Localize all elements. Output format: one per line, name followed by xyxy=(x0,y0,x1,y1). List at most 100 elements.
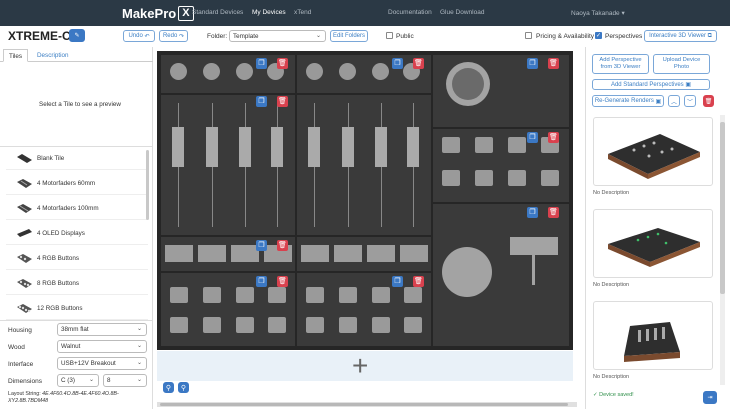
delete-tile-icon[interactable]: 🗑 xyxy=(548,132,559,143)
folder-select[interactable]: Template ⌄ xyxy=(229,30,326,42)
tile-buttons-2[interactable] xyxy=(297,273,431,346)
fader-cap[interactable] xyxy=(206,127,218,167)
copy-tile-icon[interactable]: ❐ xyxy=(527,207,538,218)
tab-description[interactable]: Description xyxy=(32,49,74,62)
fader-cap[interactable] xyxy=(172,127,184,167)
zoom-in-icon[interactable]: ⚲ xyxy=(178,382,189,393)
export-button[interactable]: ⇥ xyxy=(703,391,717,404)
right-sidebar: Add Perspective from 3D Viewer Upload De… xyxy=(585,47,730,409)
public-checkbox[interactable] xyxy=(386,32,393,39)
copy-tile-icon[interactable]: ❐ xyxy=(392,58,403,69)
regenerate-renders-button[interactable]: Re-Generate Renders ▣ xyxy=(592,95,664,107)
add-standard-perspectives-button[interactable]: Add Standard Perspectives ▣ xyxy=(592,79,710,90)
fader-cap[interactable] xyxy=(342,127,354,167)
tile-8-rgb-buttons[interactable]: 8 RGB Buttons xyxy=(6,272,148,295)
canvas-h-scroll-thumb[interactable] xyxy=(160,403,568,406)
device-canvas[interactable]: ❐ 🗑 ❐ 🗑 ❐ 🗑 ❐ 🗑 ❐ 🗑 ❐ 🗑 ❐ 🗑 ❐ 🗑 ❐ 🗑 xyxy=(157,51,573,350)
tile-label: 4 Motorfaders 100mm xyxy=(37,204,99,212)
nav-xtend[interactable]: xTend xyxy=(294,9,311,16)
nav-my-devices[interactable]: My Devices xyxy=(252,9,286,16)
button-tile-icon xyxy=(16,278,33,289)
tile-label: 12 RGB Buttons xyxy=(37,304,83,312)
fader-cap[interactable] xyxy=(308,127,320,167)
copy-tile-icon[interactable]: ❐ xyxy=(256,58,267,69)
pricing-checkbox[interactable] xyxy=(525,32,532,39)
tiles-scrollbar[interactable] xyxy=(146,150,149,220)
check-icon: ✓ xyxy=(596,33,602,39)
tile-buttons-1[interactable] xyxy=(161,273,295,346)
housing-select[interactable]: 38mm flat ⌄ xyxy=(57,323,147,336)
edit-name-button[interactable]: ✎ xyxy=(69,29,85,42)
dimension-b-select[interactable]: 8 ⌄ xyxy=(103,374,147,387)
delete-tile-icon[interactable]: 🗑 xyxy=(277,276,288,287)
zoom-out-icon[interactable]: ⚲ xyxy=(163,382,174,393)
edit-folders-button[interactable]: Edit Folders xyxy=(330,30,368,42)
rgb-button xyxy=(442,137,460,153)
nav-standard-devices[interactable]: Standard Devices xyxy=(192,9,243,16)
add-row-icon[interactable]: + xyxy=(352,351,368,381)
rgb-button xyxy=(508,170,526,186)
copy-tile-icon[interactable]: ❐ xyxy=(256,240,267,251)
oled-tile-icon xyxy=(16,228,33,239)
copy-tile-icon[interactable]: ❐ xyxy=(527,132,538,143)
tab-tiles[interactable]: Tiles xyxy=(3,49,29,62)
add-row-area[interactable]: + xyxy=(157,351,573,381)
save-status: ✓ Device saved! xyxy=(593,392,634,398)
fader-cap[interactable] xyxy=(239,127,251,167)
delete-render-button[interactable]: 🗑 xyxy=(703,95,714,107)
brand-logo[interactable]: MakePro X xyxy=(122,5,194,21)
nav-documentation[interactable]: Documentation xyxy=(388,9,432,16)
tile-motorfaders-60[interactable]: 4 Motorfaders 60mm xyxy=(6,172,148,195)
copy-tile-icon[interactable]: ❐ xyxy=(256,276,267,287)
knob xyxy=(203,63,220,80)
toolbar: XTREME-C8 ✎ Undo ↶ Redo ↷ Folder: Templa… xyxy=(0,26,730,47)
render-description-1: No Description xyxy=(593,190,630,196)
add-perspective-button[interactable]: Add Perspective from 3D Viewer xyxy=(592,54,649,74)
add-perspective-label: Add Perspective from 3D Viewer xyxy=(599,57,642,70)
tile-motorfaders-100[interactable]: 4 Motorfaders 100mm xyxy=(6,197,148,220)
tile-blank[interactable]: Blank Tile xyxy=(6,147,148,170)
oled-display xyxy=(165,245,193,262)
move-up-button[interactable]: ︿ xyxy=(668,95,680,107)
delete-tile-icon[interactable]: 🗑 xyxy=(277,58,288,69)
public-label: Public xyxy=(396,33,414,40)
button-tile-icon xyxy=(16,303,33,314)
upload-photo-button[interactable]: Upload Device Photo xyxy=(653,54,710,74)
tile-oled-displays[interactable]: 4 OLED Displays xyxy=(6,222,148,245)
copy-tile-icon[interactable]: ❐ xyxy=(256,96,267,107)
folder-label: Folder: xyxy=(207,33,228,40)
fader-cap[interactable] xyxy=(375,127,387,167)
copy-tile-icon[interactable]: ❐ xyxy=(392,276,403,287)
undo-button[interactable]: Undo ↶ xyxy=(123,30,155,42)
delete-tile-icon[interactable]: 🗑 xyxy=(548,58,559,69)
perspectives-checkbox[interactable]: ✓ xyxy=(595,32,602,39)
interactive-3d-viewer-button[interactable]: Interactive 3D Viewer ⧉ xyxy=(644,30,717,42)
move-down-button[interactable]: ﹀ xyxy=(684,95,696,107)
wood-select[interactable]: Walnut ⌄ xyxy=(57,340,147,353)
render-card-3[interactable] xyxy=(593,301,713,370)
nav-glue-download[interactable]: Glue Download xyxy=(440,9,484,16)
tile-12-rgb-buttons[interactable]: 12 RGB Buttons xyxy=(6,297,148,320)
wood-value: Walnut xyxy=(61,343,81,350)
delete-tile-icon[interactable]: 🗑 xyxy=(413,276,424,287)
render-card-1[interactable] xyxy=(593,117,713,186)
delete-tile-icon[interactable]: 🗑 xyxy=(548,207,559,218)
copy-tile-icon[interactable]: ❐ xyxy=(527,58,538,69)
renders-scroll-thumb[interactable] xyxy=(720,122,725,294)
dimension-b-value: 8 xyxy=(107,377,111,384)
redo-button[interactable]: Redo ↷ xyxy=(159,30,188,42)
fader-cap[interactable] xyxy=(407,127,419,167)
user-menu[interactable]: Naoya Takanade ▾ xyxy=(571,9,625,17)
tile-4-rgb-buttons[interactable]: 4 RGB Buttons xyxy=(6,247,148,270)
cube-icon: ⧉ xyxy=(705,32,712,39)
fader-cap[interactable] xyxy=(271,127,283,167)
delete-tile-icon[interactable]: 🗑 xyxy=(413,58,424,69)
joystick-head xyxy=(510,237,558,255)
props-divider xyxy=(0,320,153,321)
render-card-2[interactable] xyxy=(593,209,713,278)
dimension-a-select[interactable]: C (3) ⌄ xyxy=(57,374,99,387)
delete-tile-icon[interactable]: 🗑 xyxy=(277,96,288,107)
delete-tile-icon[interactable]: 🗑 xyxy=(277,240,288,251)
image-icon: ▣ xyxy=(653,98,662,105)
interface-select[interactable]: USB+12V Breakout ⌄ xyxy=(57,357,147,370)
